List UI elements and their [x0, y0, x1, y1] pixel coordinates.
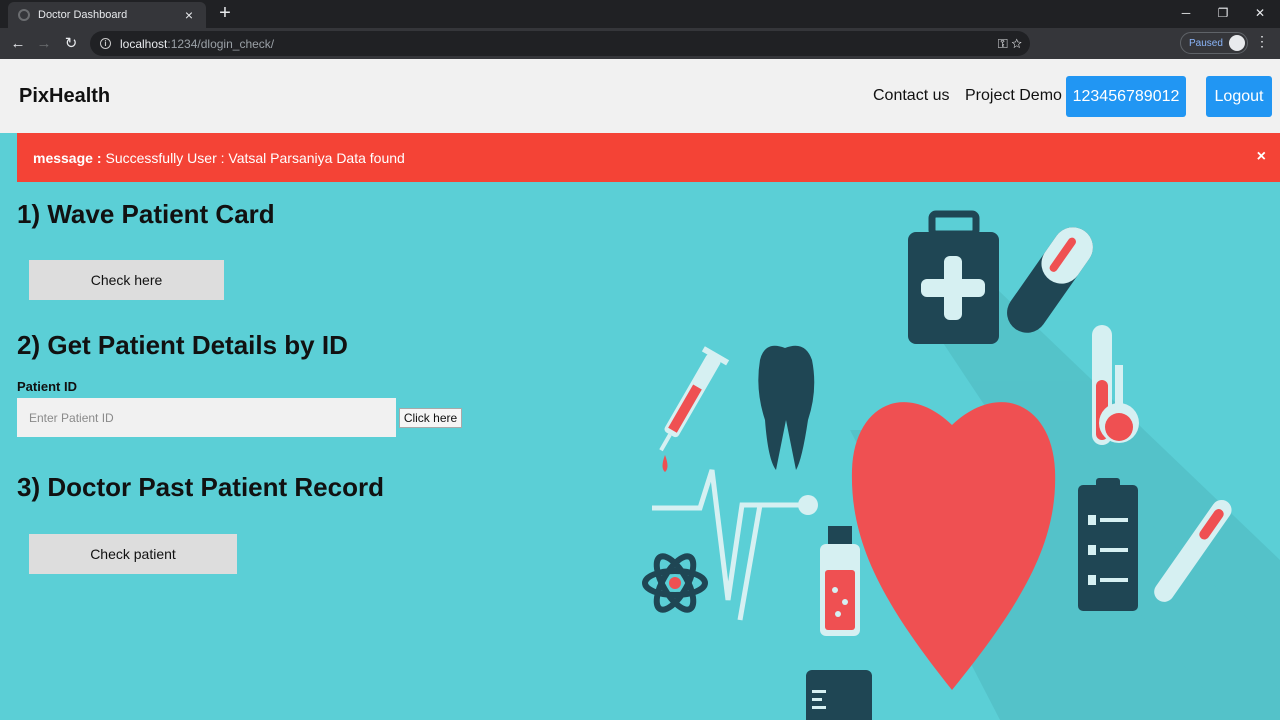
blood-drop-icon	[662, 455, 668, 472]
forward-icon[interactable]: →	[33, 33, 55, 55]
site-info-icon[interactable]: i	[100, 38, 111, 49]
url-host: localhost	[120, 36, 168, 51]
menu-icon[interactable]: ⋮	[1254, 33, 1270, 50]
nav-contact-us[interactable]: Contact us	[873, 87, 949, 105]
tab-close-icon[interactable]: ×	[182, 7, 196, 23]
maximize-icon[interactable]: ❐	[1205, 0, 1241, 28]
reload-icon[interactable]: ↻	[60, 33, 82, 55]
address-bar[interactable]: i localhost:1234/dlogin_check/ ⚿ ☆	[90, 31, 1030, 56]
tab-favicon-icon	[18, 9, 30, 21]
medical-illustration	[642, 210, 1280, 720]
site-header: PixHealth Contact us Project Demo 123456…	[0, 59, 1280, 133]
clipboard-icon	[1078, 478, 1138, 611]
wave-card-check-button[interactable]: Check here	[29, 260, 224, 300]
browser-tabbar: Doctor Dashboard × + ─ ❐ ✕	[0, 0, 1280, 28]
alert-label: message :	[33, 149, 102, 166]
check-patient-button[interactable]: Check patient	[29, 534, 237, 574]
url-path: :1234/dlogin_check/	[167, 36, 275, 51]
nav-project-demo[interactable]: Project Demo	[965, 87, 1062, 105]
atom-icon	[642, 553, 708, 613]
brand-logo[interactable]: PixHealth	[19, 85, 110, 108]
avatar	[1228, 35, 1245, 51]
logout-button[interactable]: Logout	[1206, 76, 1272, 117]
bookmark-star-icon[interactable]: ⚿ ☆	[998, 36, 1022, 52]
window-close-icon[interactable]: ✕	[1242, 0, 1278, 28]
tab-title: Doctor Dashboard	[38, 9, 128, 21]
medicine-bottle-icon	[820, 526, 860, 636]
section-3-title: 3) Doctor Past Patient Record	[17, 472, 384, 502]
syringe-icon	[659, 346, 730, 452]
clipboard-bottom-icon	[806, 670, 872, 720]
minimize-icon[interactable]: ─	[1168, 0, 1204, 28]
user-id-button[interactable]: 123456789012	[1066, 76, 1186, 117]
patient-id-input[interactable]	[17, 398, 396, 437]
tooth-icon	[758, 345, 815, 470]
new-tab-button[interactable]: +	[214, 3, 236, 25]
alert-close-icon[interactable]: ×	[1257, 148, 1266, 166]
browser-toolbar: ← → ↻ i localhost:1234/dlogin_check/ ⚿ ☆	[0, 28, 1280, 78]
profile-status: Paused	[1189, 37, 1223, 49]
alert-text: Successfully User : Vatsal Parsaniya Dat…	[105, 149, 405, 166]
browser-tab[interactable]: Doctor Dashboard ×	[8, 2, 206, 28]
patient-id-label: Patient ID	[17, 379, 77, 394]
section-2-title: 2) Get Patient Details by ID	[17, 330, 348, 360]
patient-id-submit-button[interactable]: Click here	[399, 408, 462, 428]
back-icon[interactable]: ←	[7, 33, 29, 55]
first-aid-kit-icon	[908, 210, 999, 344]
pill-capsule-icon	[1007, 227, 1093, 333]
profile-button[interactable]: Paused	[1180, 32, 1248, 54]
section-1-title: 1) Wave Patient Card	[17, 199, 275, 229]
message-alert: message : Successfully User : Vatsal Par…	[17, 133, 1280, 182]
stethoscope-icon	[737, 495, 818, 621]
